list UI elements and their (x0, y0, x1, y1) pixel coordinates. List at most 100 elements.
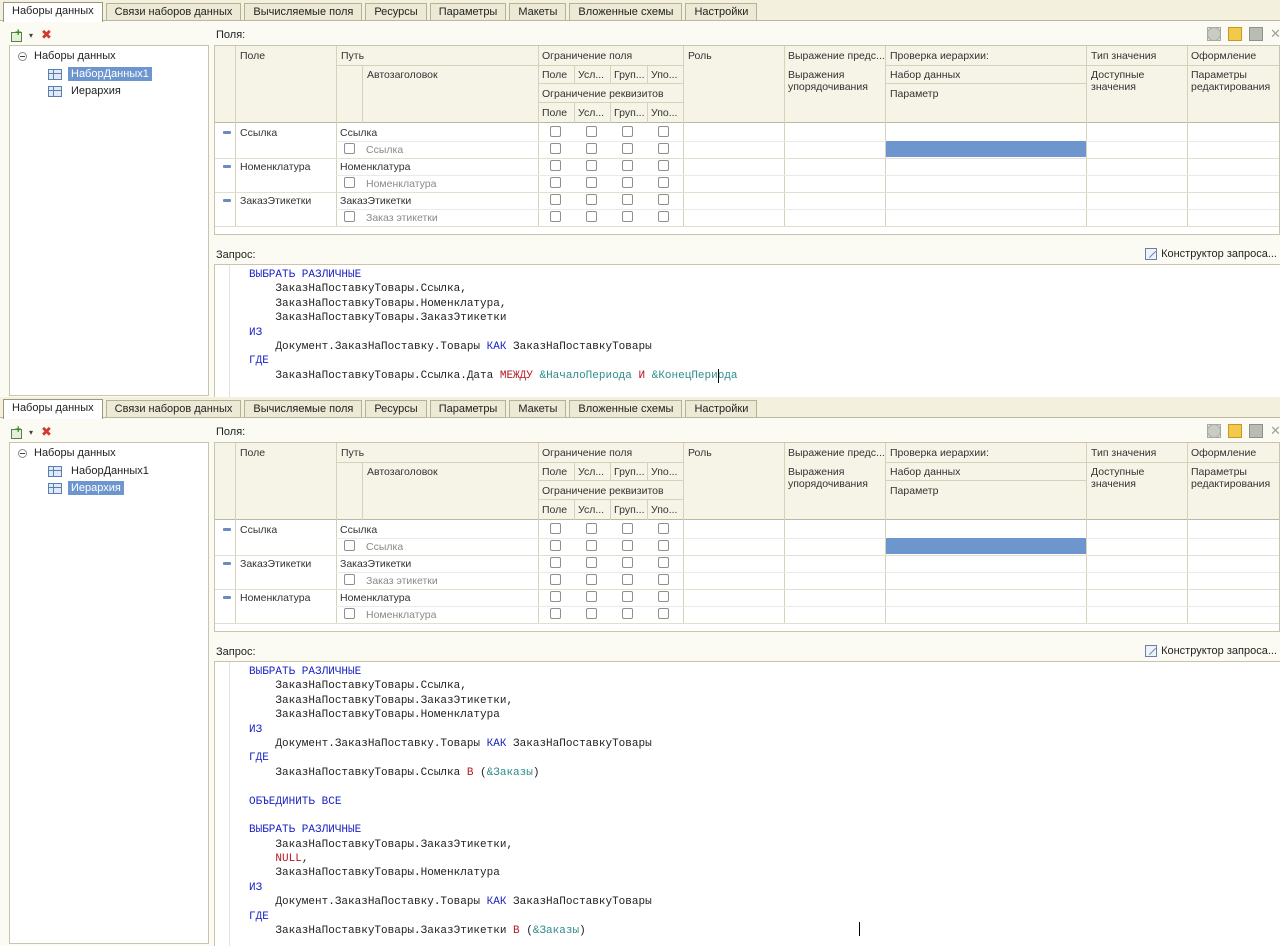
restriction-checkbox[interactable] (550, 126, 561, 137)
restriction-checkbox[interactable] (622, 143, 633, 154)
tree-item-hierarchy[interactable]: Иерархия (48, 481, 124, 495)
add-folder-icon[interactable] (1228, 424, 1242, 438)
delete-icon[interactable]: ✖ (41, 27, 52, 43)
collapse-row-icon[interactable] (223, 199, 231, 202)
delete-field-icon[interactable]: ✕ (1270, 27, 1280, 41)
move-icon[interactable] (1249, 424, 1263, 438)
collapse-row-icon[interactable] (223, 528, 231, 531)
chevron-down-icon[interactable]: ▾ (29, 31, 33, 40)
restriction-checkbox[interactable] (550, 557, 561, 568)
restriction-checkbox[interactable] (550, 177, 561, 188)
restriction-checkbox[interactable] (586, 574, 597, 585)
restriction-checkbox[interactable] (586, 194, 597, 205)
autotitle-checkbox[interactable] (344, 608, 355, 619)
query-editor[interactable]: ВЫБРАТЬ РАЗЛИЧНЫЕ ЗаказНаПоставкуТовары.… (214, 264, 1280, 398)
restriction-checkbox[interactable] (550, 574, 561, 585)
restriction-checkbox[interactable] (658, 143, 669, 154)
restriction-checkbox[interactable] (658, 540, 669, 551)
restriction-checkbox[interactable] (658, 211, 669, 222)
autotitle-checkbox[interactable] (344, 540, 355, 551)
restriction-checkbox[interactable] (586, 177, 597, 188)
restriction-checkbox[interactable] (586, 143, 597, 154)
restriction-checkbox[interactable] (658, 160, 669, 171)
restriction-checkbox[interactable] (550, 194, 561, 205)
restriction-checkbox[interactable] (586, 608, 597, 619)
move-icon[interactable] (1249, 27, 1263, 41)
hierarchy-parameter-selected-cell[interactable] (886, 141, 1086, 157)
restriction-checkbox[interactable] (586, 523, 597, 534)
collapse-row-icon[interactable] (223, 131, 231, 134)
tab-datasets[interactable]: Наборы данных (3, 399, 103, 419)
restriction-checkbox[interactable] (550, 160, 561, 171)
restriction-checkbox[interactable] (550, 211, 561, 222)
restriction-checkbox[interactable] (550, 143, 561, 154)
restriction-checkbox[interactable] (586, 211, 597, 222)
tab-nested-schemas[interactable]: Вложенные схемы (569, 3, 683, 20)
fields-grid[interactable]: Поле Путь Автозаголовок Ограничение поля Пол… (214, 45, 1280, 235)
restriction-checkbox[interactable] (550, 540, 561, 551)
tab-nested-schemas[interactable]: Вложенные схемы (569, 400, 683, 417)
collapse-icon[interactable] (18, 448, 27, 458)
tab-resources[interactable]: Ресурсы (365, 400, 427, 417)
autotitle-checkbox[interactable] (344, 143, 355, 154)
restriction-checkbox[interactable] (622, 540, 633, 551)
add-dataset-icon[interactable]: + (11, 424, 25, 439)
restriction-checkbox[interactable] (622, 591, 633, 602)
tab-dataset-links[interactable]: Связи наборов данных (105, 3, 242, 20)
tab-parameters[interactable]: Параметры (429, 3, 507, 20)
tree-item-dataset1[interactable]: НаборДанных1 (48, 464, 152, 478)
restriction-checkbox[interactable] (586, 557, 597, 568)
restriction-checkbox[interactable] (550, 608, 561, 619)
query-editor[interactable]: ВЫБРАТЬ РАЗЛИЧНЫЕ ЗаказНаПоставкуТовары.… (214, 661, 1280, 946)
restriction-checkbox[interactable] (550, 591, 561, 602)
restriction-checkbox[interactable] (586, 540, 597, 551)
tree-root[interactable]: Наборы данных (18, 50, 116, 62)
query-text[interactable]: ВЫБРАТЬ РАЗЛИЧНЫЕ ЗаказНаПоставкуТовары.… (249, 665, 652, 938)
add-field-icon[interactable] (1207, 424, 1221, 438)
collapse-icon[interactable] (18, 51, 27, 61)
tab-calculated-fields[interactable]: Вычисляемые поля (244, 3, 363, 20)
autotitle-checkbox[interactable] (344, 574, 355, 585)
tab-calculated-fields[interactable]: Вычисляемые поля (244, 400, 363, 417)
add-dataset-icon[interactable]: + (11, 27, 25, 42)
restriction-checkbox[interactable] (586, 591, 597, 602)
restriction-checkbox[interactable] (622, 574, 633, 585)
add-folder-icon[interactable] (1228, 27, 1242, 41)
restriction-checkbox[interactable] (586, 160, 597, 171)
tab-parameters[interactable]: Параметры (429, 400, 507, 417)
restriction-checkbox[interactable] (622, 194, 633, 205)
tab-settings[interactable]: Настройки (685, 400, 758, 417)
restriction-checkbox[interactable] (622, 608, 633, 619)
restriction-checkbox[interactable] (658, 574, 669, 585)
restriction-checkbox[interactable] (658, 177, 669, 188)
tab-datasets[interactable]: Наборы данных (3, 2, 103, 22)
autotitle-checkbox[interactable] (344, 177, 355, 188)
chevron-down-icon[interactable]: ▾ (29, 428, 33, 437)
tab-dataset-links[interactable]: Связи наборов данных (105, 400, 242, 417)
query-text[interactable]: ВЫБРАТЬ РАЗЛИЧНЫЕ ЗаказНаПоставкуТовары.… (249, 268, 738, 383)
autotitle-checkbox[interactable] (344, 211, 355, 222)
restriction-checkbox[interactable] (658, 557, 669, 568)
fields-grid[interactable]: Поле Путь Автозаголовок Ограничение поля Пол… (214, 442, 1280, 632)
restriction-checkbox[interactable] (622, 211, 633, 222)
collapse-row-icon[interactable] (223, 165, 231, 168)
restriction-checkbox[interactable] (586, 126, 597, 137)
collapse-row-icon[interactable] (223, 562, 231, 565)
restriction-checkbox[interactable] (622, 523, 633, 534)
collapse-row-icon[interactable] (223, 596, 231, 599)
restriction-checkbox[interactable] (658, 194, 669, 205)
tab-layouts[interactable]: Макеты (509, 400, 567, 417)
tree-root[interactable]: Наборы данных (18, 447, 116, 459)
query-constructor-button[interactable]: Конструктор запроса... (1145, 248, 1277, 260)
restriction-checkbox[interactable] (658, 523, 669, 534)
restriction-checkbox[interactable] (658, 591, 669, 602)
restriction-checkbox[interactable] (622, 557, 633, 568)
restriction-checkbox[interactable] (658, 126, 669, 137)
query-constructor-button[interactable]: Конструктор запроса... (1145, 645, 1277, 657)
tab-layouts[interactable]: Макеты (509, 3, 567, 20)
delete-icon[interactable]: ✖ (41, 424, 52, 440)
delete-field-icon[interactable]: ✕ (1270, 424, 1280, 438)
tab-settings[interactable]: Настройки (685, 3, 758, 20)
tab-resources[interactable]: Ресурсы (365, 3, 427, 20)
restriction-checkbox[interactable] (622, 160, 633, 171)
